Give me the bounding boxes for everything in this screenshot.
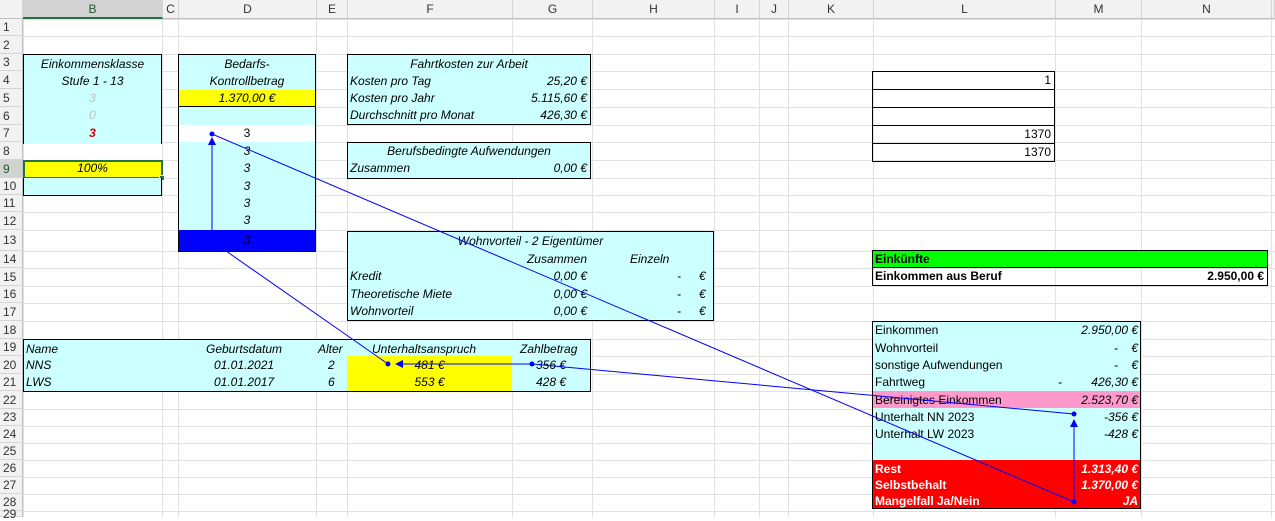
trace-arrows-overlay bbox=[208, 131, 1078, 505]
trace-dot-d7 bbox=[209, 131, 215, 137]
trace-dot-g20 bbox=[529, 361, 535, 367]
trace-dot-m28 bbox=[1071, 499, 1077, 505]
trace-dot-m23 bbox=[1071, 411, 1077, 417]
trace-arrow-g20-to-m23 bbox=[531, 363, 1075, 415]
trace-arrow-d7-to-m28 bbox=[211, 133, 1075, 503]
trace-arrow-d13-to-f20 bbox=[225, 250, 389, 365]
trace-dot-f20 bbox=[385, 361, 391, 367]
